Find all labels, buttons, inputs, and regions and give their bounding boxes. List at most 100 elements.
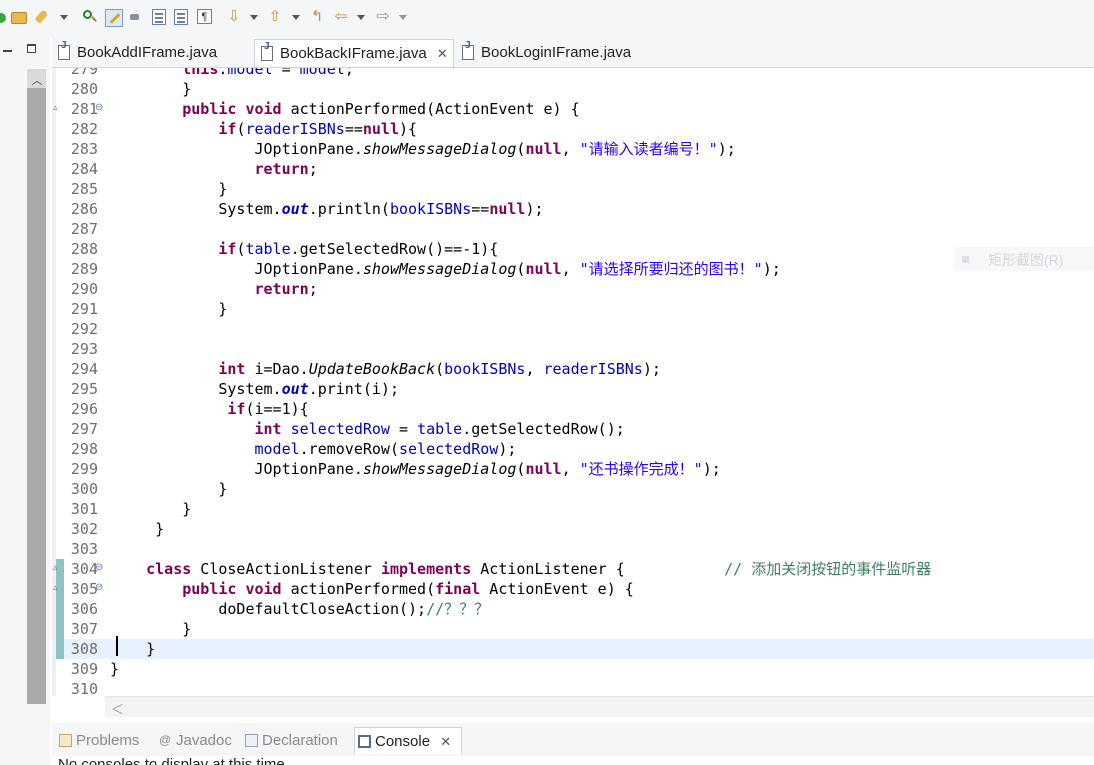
vertical-scrollbar-thumb[interactable] [27,88,46,704]
text-caret [116,636,118,656]
document-icon[interactable] [152,9,166,25]
fold-toggle-icon[interactable]: ⊖ [95,562,103,573]
java-file-icon [261,41,273,61]
code-editor[interactable]: 279 this.model = model; 280 } ▵ 281 ⊖ public… [52,68,1094,696]
code-text: JOptionPane.showMessageDialog(null, "请输入… [110,140,736,158]
chevron-down-icon[interactable] [399,15,407,20]
line-number: 298 [70,440,98,458]
code-line[interactable]: 303 [52,539,1094,559]
code-line[interactable]: 279 this.model = model; [52,68,1094,79]
run-icon[interactable] [0,13,6,23]
line-number: 282 [70,120,98,138]
line-number: 284 [70,160,98,178]
code-line[interactable]: 291 } [52,299,1094,319]
context-hint-label: 矩形截图(R) [988,252,1064,268]
code-line[interactable]: 300 } [52,479,1094,499]
code-line[interactable]: 286 System.out.println(bookISBNs==null); [52,199,1094,219]
problems-icon [59,734,72,747]
code-text: } [110,480,228,498]
open-folder-icon[interactable] [11,12,27,24]
horizontal-scrollbar[interactable]: ＜ [105,696,1094,717]
code-text: } [110,80,192,98]
scroll-left-icon[interactable]: ＜ [111,699,124,718]
code-line[interactable]: 306 doDefaultCloseAction();//？？？ [52,599,1094,619]
code-text: return; [254,160,318,178]
java-file-icon [462,40,474,60]
code-text: public void actionPerformed(ActionEvent … [182,100,580,118]
code-line[interactable]: 310 [52,679,1094,696]
code-line[interactable]: 288 if(table.getSelectedRow()==-1){ [52,239,1094,259]
rocket-icon[interactable] [35,9,51,25]
code-text: this.model = model; [182,68,354,78]
code-line[interactable]: ▵ 305 ⊖ public void actionPerformed(final … [52,579,1094,599]
code-line[interactable]: 296 if(i==1){ [52,399,1094,419]
last-edit-icon[interactable]: ↰ [309,9,325,25]
line-number: 310 [70,680,98,696]
code-line[interactable]: 297 int selectedRow = table.getSelectedR… [52,419,1094,439]
line-number: 303 [70,540,98,558]
code-line[interactable]: 285 } [52,179,1094,199]
maximize-icon[interactable] [27,44,36,53]
prev-annotation-icon[interactable]: ⇧ [267,9,283,25]
back-icon[interactable]: ⇦ [333,9,349,25]
tab-bookaddiframe[interactable]: BookAddIFrame.java [52,39,252,67]
tab-console[interactable]: Console ✕ [354,727,462,754]
tab-bookbackiframe[interactable]: BookBackIFrame.java ✕ [254,39,454,67]
line-number: 279 [70,68,98,78]
code-line[interactable]: 293 [52,339,1094,359]
close-icon[interactable]: ✕ [440,728,451,755]
code-line[interactable]: 299 JOptionPane.showMessageDialog(null, … [52,459,1094,479]
code-line[interactable]: 298 model.removeRow(selectedRow); [52,439,1094,459]
code-text: doDefaultCloseAction();//？？？ [110,600,490,618]
code-line[interactable]: 287 [52,219,1094,239]
code-line[interactable]: 284 return; [52,159,1094,179]
chevron-down-icon[interactable] [250,15,258,20]
code-line[interactable]: 294 int i=Dao.UpdateBookBack(bookISBNs, … [52,359,1094,379]
code-line[interactable]: 292 [52,319,1094,339]
tab-problems[interactable]: Problems [56,727,154,754]
context-hint: 矩形截图(R) [954,247,1094,271]
code-line[interactable]: 290 return; [52,279,1094,299]
chevron-down-icon[interactable] [357,15,365,20]
tab-javadoc[interactable]: @ Javadoc [156,727,240,754]
code-line[interactable]: 308 } [52,639,1094,659]
chevron-down-icon[interactable] [60,15,68,20]
javadoc-icon: @ [159,733,172,747]
fold-toggle-icon[interactable]: ⊖ [95,582,103,593]
tab-bookloginiframe[interactable]: BookLoginIFrame.java [456,39,666,67]
line-number: 302 [70,520,98,538]
code-text: } [110,300,228,318]
forward-icon[interactable]: ⇨ [375,9,391,25]
list-document-icon[interactable] [174,9,188,25]
code-line[interactable]: 289 JOptionPane.showMessageDialog(null, … [52,259,1094,279]
fold-toggle-icon[interactable]: ⊖ [95,102,103,113]
java-file-icon [58,40,70,60]
tab-declaration[interactable]: Declaration [242,727,350,754]
code-line[interactable]: 307 } [52,619,1094,639]
next-annotation-icon[interactable]: ⇩ [226,9,242,25]
line-number: 301 [70,500,98,518]
code-line[interactable]: 295 System.out.print(i); [52,379,1094,399]
code-line[interactable]: 301 } [52,499,1094,519]
pencil-icon[interactable] [105,9,123,27]
code-line[interactable]: 309} [52,659,1094,679]
minimize-icon[interactable] [3,50,12,52]
chevron-down-icon[interactable] [292,15,300,20]
scroll-up-icon[interactable]: ︿ [29,72,45,87]
code-text: } [110,520,165,538]
search-icon[interactable] [82,9,98,25]
brush-icon[interactable] [128,11,144,25]
code-line[interactable]: 302 } [52,519,1094,539]
code-line[interactable]: ▵ 304 ⊖ class CloseActionListener implemen… [52,559,1094,579]
close-icon[interactable]: ✕ [437,40,448,68]
line-number: 308 [70,640,98,658]
bottom-panel-tabs: Problems @ Javadoc Declaration Console ✕ [52,723,1094,756]
pilcrow-icon[interactable]: ¶ [197,9,212,24]
tab-label: BookLoginIFrame.java [481,44,632,61]
code-line[interactable]: 280 } [52,79,1094,99]
code-line[interactable]: 283 JOptionPane.showMessageDialog(null, … [52,139,1094,159]
code-text: } [110,620,192,638]
code-line[interactable]: ▵ 281 ⊖ public void actionPerformed(Action… [52,99,1094,119]
line-number: 289 [70,260,98,278]
code-line[interactable]: 282 if(readerISBNs==null){ [52,119,1094,139]
